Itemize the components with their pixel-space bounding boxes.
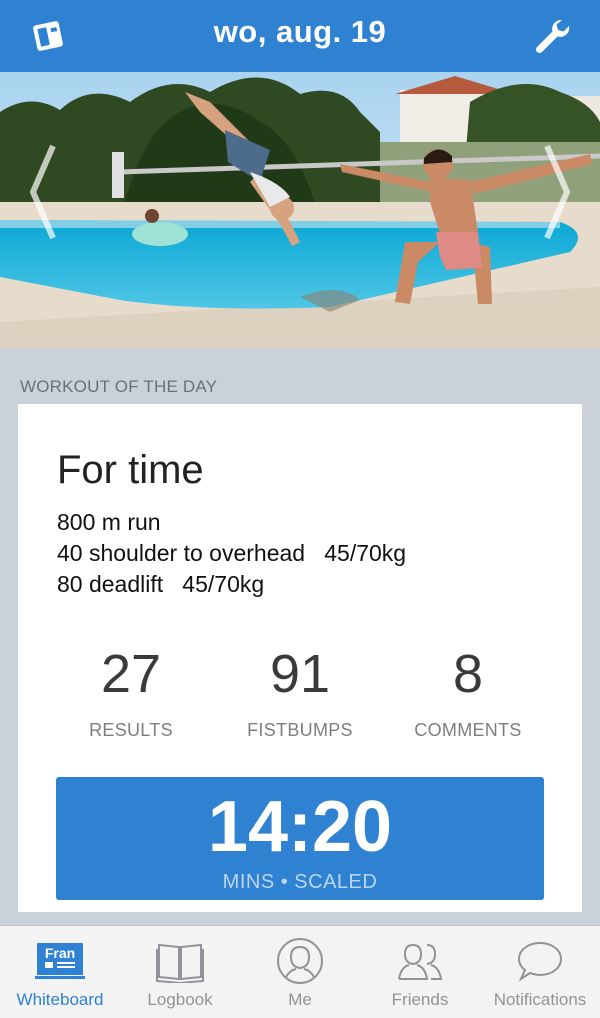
tab-label: Logbook (147, 990, 213, 1009)
fistbumps-stat[interactable]: 91 FISTBUMPS (205, 644, 395, 741)
tab-logbook[interactable]: Logbook (120, 926, 240, 1018)
my-result-button[interactable]: 14:20 MINS • SCALED (56, 777, 544, 900)
book-icon (156, 943, 204, 983)
speech-bubble-icon (517, 941, 563, 982)
tab-label: Me (288, 990, 312, 1009)
result-time: 14:20 (207, 787, 393, 867)
settings-button[interactable] (526, 10, 578, 62)
tab-me[interactable]: Me (240, 926, 360, 1018)
next-photo-button[interactable] (538, 132, 578, 252)
results-label: RESULTS (89, 720, 173, 740)
whiteboard-badge-text: Fran (45, 945, 75, 961)
previous-photo-button[interactable] (22, 132, 62, 252)
pool-photo-illustration (0, 72, 600, 348)
workout-description: 800 m run 40 shoulder to overhead 45/70k… (57, 507, 406, 600)
result-subtitle: MINS • SCALED (222, 871, 378, 893)
comments-stat[interactable]: 8 COMMENTS (373, 644, 563, 741)
results-stat[interactable]: 27 RESULTS (36, 644, 226, 741)
tab-whiteboard[interactable]: Fran Whiteboard (0, 926, 120, 1018)
wrench-icon (535, 19, 570, 54)
date-title: wo, aug. 19 (213, 14, 387, 49)
workout-line: 80 deadlift 45/70kg (57, 571, 265, 597)
tab-bar: Fran Whiteboard Logbook Me Friends Notif… (0, 925, 600, 1018)
tab-label: Notifications (493, 990, 587, 1009)
comments-label: COMMENTS (414, 720, 522, 740)
workout-card[interactable]: For time 800 m run 40 shoulder to overhe… (18, 404, 582, 912)
workout-line: 800 m run (57, 509, 161, 535)
section-label: WORKOUT OF THE DAY (20, 377, 218, 396)
tab-notifications[interactable]: Notifications (480, 926, 600, 1018)
chevron-right-icon (544, 144, 570, 240)
whiteboard-fran-icon: Fran (35, 943, 85, 979)
workout-photo (0, 72, 600, 348)
workout-title: For time (57, 448, 204, 492)
fistbumps-label: FISTBUMPS (247, 720, 353, 740)
person-icon (277, 938, 323, 984)
fistbumps-count: 91 (269, 644, 331, 704)
tab-label: Whiteboard (16, 990, 104, 1009)
tab-label: Friends (391, 990, 449, 1009)
tab-friends[interactable]: Friends (360, 926, 480, 1018)
results-count: 27 (100, 644, 162, 704)
chevron-left-icon (30, 144, 56, 240)
workout-line: 40 shoulder to overhead 45/70kg (57, 540, 407, 566)
top-bar: wo, aug. 19 (0, 0, 600, 72)
comments-count: 8 (452, 644, 484, 704)
friends-icon (398, 943, 443, 980)
